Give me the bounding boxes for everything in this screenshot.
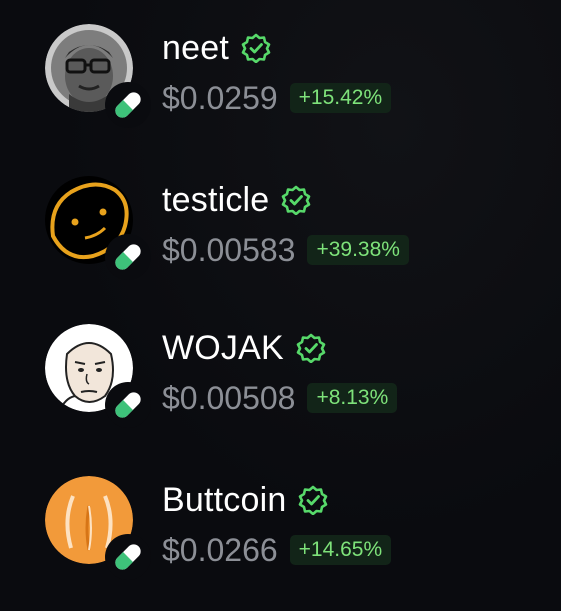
- pill-icon: [105, 382, 151, 428]
- token-price: $0.00583: [162, 231, 296, 268]
- pill-icon: [105, 534, 151, 580]
- price-change-badge: +15.42%: [289, 83, 392, 113]
- token-name: neet: [162, 28, 229, 67]
- token-name: testicle: [162, 180, 270, 219]
- token-price: $0.0266: [162, 531, 278, 568]
- verified-badge-icon: [282, 185, 311, 215]
- token-name: Buttcoin: [162, 480, 287, 519]
- price-change-badge: +8.13%: [307, 383, 398, 413]
- avatar-group: [45, 476, 151, 580]
- verified-badge-icon: [299, 485, 328, 515]
- avatar-group: [45, 24, 151, 128]
- token-price: $0.00508: [162, 379, 296, 416]
- token-row-wojak[interactable]: WOJAK $0.00508 +8.13%: [0, 324, 561, 444]
- token-name: WOJAK: [162, 328, 284, 367]
- verified-badge-icon: [296, 333, 326, 363]
- token-row-buttcoin[interactable]: Buttcoin $0.0266 +14.65%: [0, 476, 561, 596]
- pill-icon: [105, 234, 151, 280]
- token-list: neet $0.0259 +15.42% testicle $0.00583 +…: [0, 0, 561, 611]
- avatar-group: [45, 324, 151, 428]
- token-row-testicle[interactable]: testicle $0.00583 +39.38%: [0, 176, 561, 296]
- token-price: $0.0259: [162, 79, 278, 116]
- price-change-badge: +39.38%: [307, 235, 409, 265]
- price-change-badge: +14.65%: [289, 535, 392, 565]
- pill-icon: [105, 82, 151, 128]
- avatar-group: [45, 176, 151, 280]
- verified-badge-icon: [241, 33, 271, 63]
- token-row-neet[interactable]: neet $0.0259 +15.42%: [0, 24, 561, 144]
